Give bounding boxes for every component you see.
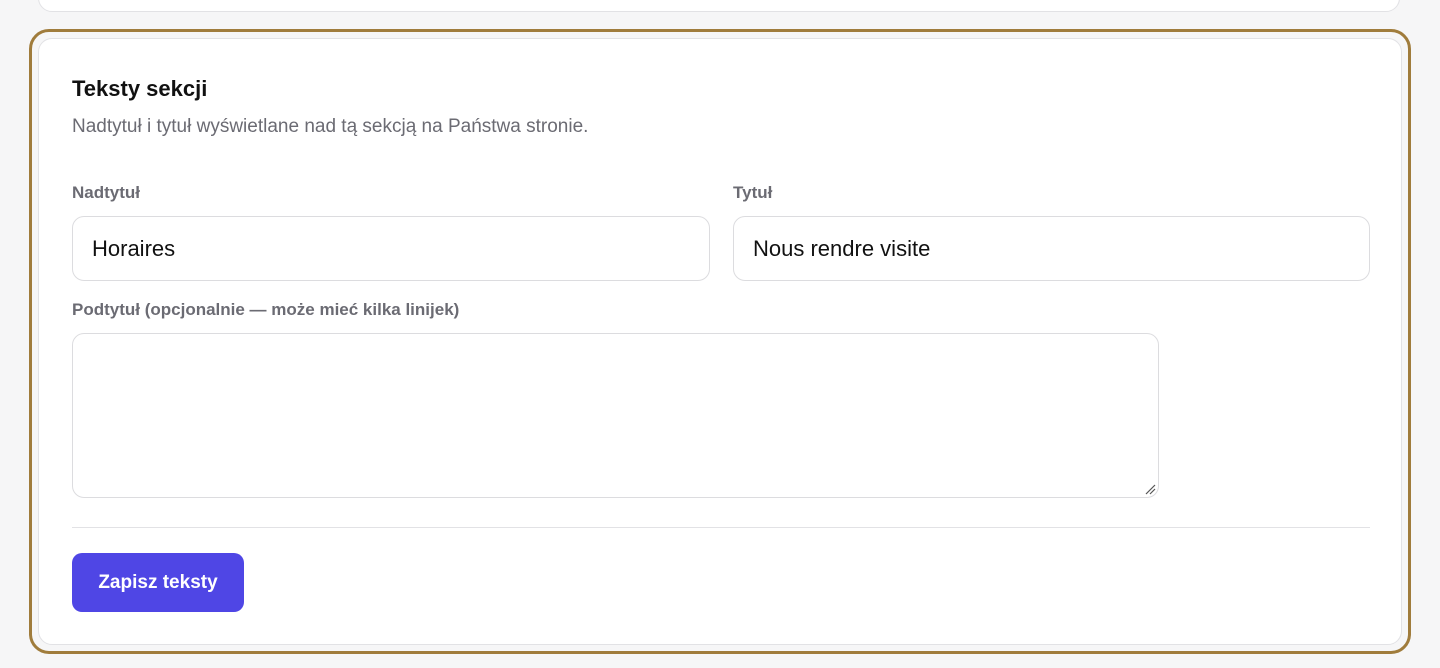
section-description: Nadtytuł i tytuł wyświetlane nad tą sekc… bbox=[72, 116, 589, 137]
page: Teksty sekcji Nadtytuł i tytuł wyświetla… bbox=[0, 0, 1440, 668]
section-texts-card: Teksty sekcji Nadtytuł i tytuł wyświetla… bbox=[38, 38, 1402, 645]
title-label: Tytuł bbox=[733, 183, 773, 202]
save-texts-button[interactable]: Zapisz teksty bbox=[72, 553, 244, 612]
title-input[interactable] bbox=[733, 216, 1370, 281]
subtitle-textarea[interactable] bbox=[72, 333, 1159, 498]
divider bbox=[72, 527, 1370, 528]
previous-section-card bbox=[38, 0, 1400, 12]
section-title: Teksty sekcji bbox=[72, 76, 208, 101]
overtitle-label: Nadtytuł bbox=[72, 183, 140, 202]
subtitle-label: Podtytuł (opcjonalnie — może mieć kilka … bbox=[72, 300, 460, 319]
overtitle-input[interactable] bbox=[72, 216, 710, 281]
resize-handle-icon[interactable] bbox=[1145, 484, 1156, 495]
